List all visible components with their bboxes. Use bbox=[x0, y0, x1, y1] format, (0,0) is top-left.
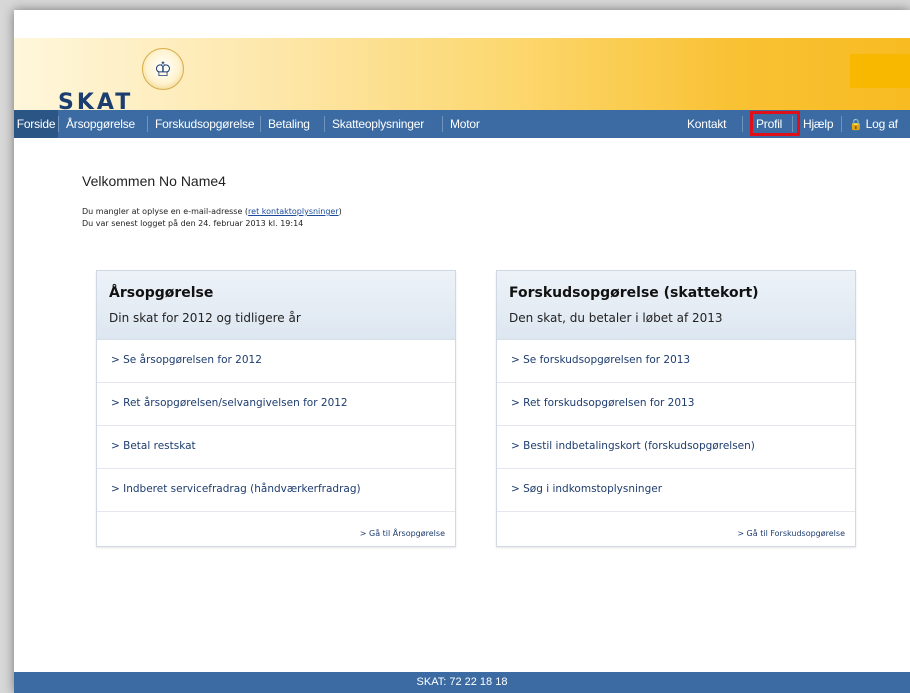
header-accent bbox=[850, 54, 910, 88]
footer-phone: SKAT: 72 22 18 18 bbox=[416, 676, 508, 688]
welcome-heading: Velkommen No Name4 bbox=[82, 173, 226, 189]
nav-item-skatteoplysninger[interactable]: Skatteoplysninger bbox=[332, 110, 424, 138]
logaf-label: Log af bbox=[865, 117, 898, 131]
profil-highlight-box bbox=[750, 111, 800, 136]
nav-divider bbox=[841, 116, 842, 132]
panel-footer-link[interactable]: > Gå til Forskudsopgørelse bbox=[737, 529, 845, 538]
panel-link[interactable]: > Se forskudsopgørelsen for 2013 bbox=[497, 340, 855, 383]
forskudsopgoerelse-panel: Forskudsopgørelse (skattekort) Den skat,… bbox=[496, 270, 856, 547]
panel-link[interactable]: > Betal restskat bbox=[97, 426, 455, 469]
nav-divider bbox=[147, 116, 148, 132]
panel-link[interactable]: > Ret årsopgørelsen/selvangivelsen for 2… bbox=[97, 383, 455, 426]
panel-link[interactable]: > Indberet servicefradrag (håndværkerfra… bbox=[97, 469, 455, 512]
panel-link[interactable]: > Ret forskudsopgørelsen for 2013 bbox=[497, 383, 855, 426]
nav-item-forskudsopgoerelse[interactable]: Forskudsopgørelse bbox=[155, 110, 255, 138]
site-header: ♔ SKAT bbox=[14, 38, 910, 120]
lock-icon: 🔒 bbox=[849, 119, 863, 131]
panel-link[interactable]: > Søg i indkomstoplysninger bbox=[497, 469, 855, 512]
nav-item-motor[interactable]: Motor bbox=[450, 110, 480, 138]
nav-item-logaf[interactable]: 🔒 Log af bbox=[849, 110, 898, 138]
nav-item-forside[interactable]: Forside bbox=[14, 110, 58, 138]
nav-divider bbox=[442, 116, 443, 132]
nav-divider bbox=[260, 116, 261, 132]
panel-footer-link[interactable]: > Gå til Årsopgørelse bbox=[360, 529, 445, 538]
nav-divider bbox=[58, 116, 59, 132]
site-footer: SKAT: 72 22 18 18 bbox=[14, 672, 910, 693]
edit-contact-link[interactable]: ret kontaktoplysninger bbox=[248, 207, 339, 216]
crown-logo-icon: ♔ bbox=[142, 48, 184, 90]
panel-header: Årsopgørelse Din skat for 2012 og tidlig… bbox=[97, 271, 455, 340]
last-login-text: Du var senest logget på den 24. februar … bbox=[82, 219, 304, 228]
email-missing-notice: Du mangler at oplyse en e-mail-adresse (… bbox=[82, 207, 342, 216]
panel-link[interactable]: > Se årsopgørelsen for 2012 bbox=[97, 340, 455, 383]
panel-title: Forskudsopgørelse (skattekort) bbox=[509, 285, 759, 301]
nav-divider bbox=[324, 116, 325, 132]
nav-item-kontakt[interactable]: Kontakt bbox=[687, 110, 726, 138]
aarsopgoerelse-panel: Årsopgørelse Din skat for 2012 og tidlig… bbox=[96, 270, 456, 547]
panel-header: Forskudsopgørelse (skattekort) Den skat,… bbox=[497, 271, 855, 340]
nav-item-aarsopgoerelse[interactable]: Årsopgørelse bbox=[66, 110, 135, 138]
panel-link[interactable]: > Bestil indbetalingskort (forskudsopgør… bbox=[497, 426, 855, 469]
nav-divider bbox=[742, 116, 743, 132]
nav-item-betaling[interactable]: Betaling bbox=[268, 110, 310, 138]
nav-item-hjaelp[interactable]: Hjælp bbox=[803, 110, 834, 138]
panel-subtitle: Den skat, du betaler i løbet af 2013 bbox=[509, 311, 723, 325]
panel-subtitle: Din skat for 2012 og tidligere år bbox=[109, 311, 301, 325]
panel-title: Årsopgørelse bbox=[109, 285, 214, 301]
